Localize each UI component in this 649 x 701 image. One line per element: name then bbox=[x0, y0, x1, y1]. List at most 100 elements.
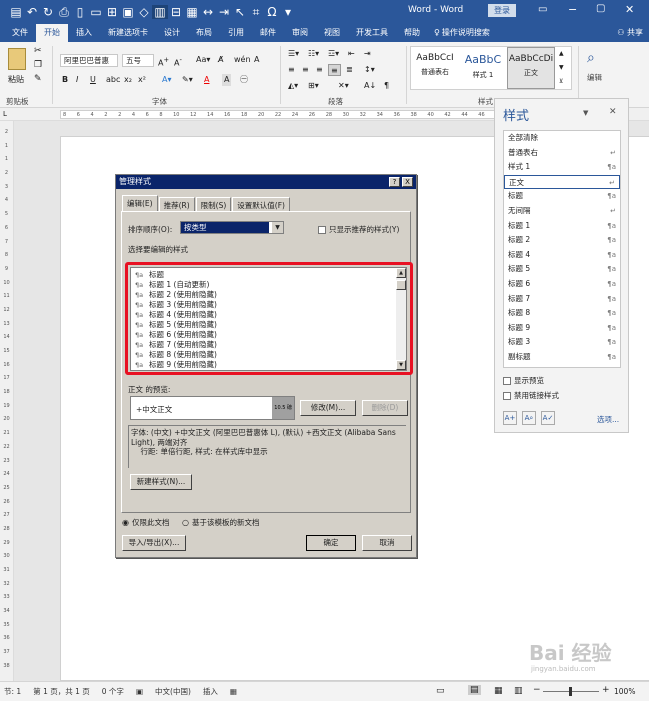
show-marks-icon[interactable]: ¶ bbox=[382, 80, 391, 92]
columns-icon[interactable]: ▦ bbox=[184, 5, 200, 19]
increase-indent-icon[interactable]: ⇥ bbox=[362, 48, 373, 60]
style-list-item[interactable]: ¶a 标题 3 (使用前隐藏) bbox=[135, 300, 402, 310]
zoom-out-icon[interactable]: − bbox=[533, 685, 541, 695]
scroll-down-icon[interactable]: ▼ bbox=[396, 360, 406, 370]
cancel-button[interactable]: 取消 bbox=[362, 535, 412, 551]
cut-icon[interactable]: ✂ bbox=[34, 46, 42, 56]
shading-icon[interactable]: ◭▾ bbox=[286, 80, 300, 92]
maximize-icon[interactable]: ▢ bbox=[596, 3, 605, 14]
style-list-item[interactable]: ¶a 标题 9 (使用前隐藏) bbox=[135, 360, 402, 370]
chart-icon[interactable]: ▥ bbox=[152, 5, 168, 19]
word-count[interactable]: 0 个字 bbox=[102, 686, 124, 697]
print-preview-icon[interactable]: ⎙ bbox=[56, 5, 72, 20]
help-button[interactable]: ? bbox=[389, 177, 400, 187]
spacing-icon[interactable]: ↔ bbox=[200, 5, 216, 19]
phonetic-icon[interactable]: wén bbox=[232, 54, 253, 66]
customize-icon[interactable]: ▾ bbox=[280, 5, 296, 19]
style-list-item[interactable]: ¶a 标题 5 (使用前隐藏) bbox=[135, 320, 402, 330]
pane-style-item[interactable]: 副标题 ¶a bbox=[504, 350, 620, 365]
gallery-up-icon[interactable]: ▲ bbox=[557, 48, 566, 60]
table-icon[interactable]: ⊞ bbox=[104, 5, 120, 19]
tab-6[interactable]: 引用 bbox=[220, 24, 252, 42]
align-left-icon[interactable]: ≡ bbox=[286, 64, 297, 76]
focus-icon[interactable]: ▭ bbox=[436, 686, 445, 696]
format-painter-icon[interactable]: ✎ bbox=[34, 74, 42, 84]
dialog-tab-1[interactable]: 推荐(R) bbox=[158, 197, 195, 211]
read-mode-icon[interactable]: ▤ bbox=[468, 685, 481, 695]
select-icon[interactable]: ↖ bbox=[232, 5, 248, 19]
new-style-button[interactable]: 新建样式(N)... bbox=[130, 474, 192, 490]
pane-style-item[interactable]: 标题 6 ¶a bbox=[504, 277, 620, 292]
italic-icon[interactable]: I bbox=[74, 74, 80, 86]
strikethrough-icon[interactable]: abc bbox=[104, 74, 122, 86]
shrink-font-icon[interactable]: A- bbox=[172, 54, 184, 68]
multilevel-icon[interactable]: ☲▾ bbox=[326, 48, 341, 60]
tab-7[interactable]: 邮件 bbox=[252, 24, 284, 42]
style-gallery-item[interactable]: AaBbCcI 普通表右 bbox=[411, 47, 459, 89]
arrow-icon[interactable]: ⇥ bbox=[216, 5, 232, 19]
style-gallery-item[interactable]: AaBbCcDi 正文 bbox=[507, 47, 555, 89]
image-icon[interactable]: ▣ bbox=[120, 5, 136, 19]
dialog-tab-3[interactable]: 设置默认值(F) bbox=[232, 197, 290, 211]
zoom-in-icon[interactable]: + bbox=[602, 685, 610, 695]
checkbox-icon[interactable] bbox=[503, 376, 511, 385]
justify-icon[interactable]: ≡ bbox=[328, 64, 341, 76]
pane-options-icon[interactable]: ▼ bbox=[583, 109, 588, 117]
format-icon[interactable]: ⌗ bbox=[248, 5, 264, 20]
sort-select[interactable]: 按类型 ▼ bbox=[180, 221, 284, 234]
pane-style-item[interactable]: 正文 ↵ bbox=[504, 174, 620, 190]
pane-style-item[interactable]: 无间隔 ↵ bbox=[504, 204, 620, 219]
borders-icon[interactable]: ⊞▾ bbox=[306, 80, 321, 92]
zoom-slider[interactable] bbox=[543, 687, 599, 696]
style-list-item[interactable]: ¶a 标题 1 (自动更新) bbox=[135, 280, 402, 290]
pane-style-item[interactable]: 标题 8 ¶a bbox=[504, 306, 620, 321]
align-right-icon[interactable]: ≡ bbox=[314, 64, 325, 76]
style-list-item[interactable]: ¶a 标题 8 (使用前隐藏) bbox=[135, 350, 402, 360]
distributed-icon[interactable]: ≣ bbox=[344, 64, 355, 76]
style-list-item[interactable]: ¶a 标题 7 (使用前隐藏) bbox=[135, 340, 402, 350]
char-shading-icon[interactable]: A bbox=[222, 74, 232, 86]
redo-icon[interactable]: ↻ bbox=[40, 5, 56, 19]
change-case-icon[interactable]: Aa▾ bbox=[194, 54, 212, 66]
chinese-layout-icon[interactable]: ✕▾ bbox=[336, 80, 351, 92]
manage-styles-icon[interactable]: A✓ bbox=[541, 411, 555, 425]
delete-button[interactable]: 删除(D) bbox=[362, 400, 408, 416]
radio-template[interactable]: ○ 基于该模板的新文档 bbox=[182, 517, 259, 528]
style-list-item[interactable]: ¶a 标题 4 (使用前隐藏) bbox=[135, 310, 402, 320]
show-preview-checkbox[interactable]: 显示预览 bbox=[503, 375, 544, 386]
disable-linked-checkbox[interactable]: 禁用链接样式 bbox=[503, 390, 559, 401]
radio-selected-icon[interactable]: ◉ bbox=[122, 518, 129, 527]
new-style-icon[interactable]: A+ bbox=[503, 411, 517, 425]
bullets-icon[interactable]: ☰▾ bbox=[286, 48, 301, 60]
style-list-item[interactable]: ¶a 标题 bbox=[135, 270, 402, 280]
style-list-item[interactable]: ¶a 标题 6 (使用前隐藏) bbox=[135, 330, 402, 340]
pane-style-item[interactable]: 标题 3 ¶a bbox=[504, 335, 620, 350]
editing-label[interactable]: 编辑 bbox=[587, 72, 602, 83]
web-layout-icon[interactable]: ▥ bbox=[514, 686, 523, 696]
share-button[interactable]: ⚇ 共享 bbox=[609, 24, 649, 42]
pane-style-item[interactable]: 标题 2 ¶a bbox=[504, 233, 620, 248]
ribbon-display-icon[interactable]: ▭ bbox=[538, 4, 547, 15]
tell-me-search[interactable]: 操作说明搜索 bbox=[442, 24, 498, 42]
search-icon[interactable]: ⌕ bbox=[587, 50, 595, 66]
pane-style-item[interactable]: 标题 5 ¶a bbox=[504, 262, 620, 277]
close-icon[interactable]: ✕ bbox=[625, 3, 634, 16]
tab-2[interactable]: 插入 bbox=[68, 24, 100, 42]
shapes-icon[interactable]: ◇ bbox=[136, 5, 152, 19]
font-color-icon[interactable]: A bbox=[202, 74, 211, 86]
gallery-down-icon[interactable]: ▼ bbox=[557, 62, 566, 74]
section-indicator[interactable]: 节: 1 bbox=[4, 686, 21, 697]
style-gallery-item[interactable]: AaBbC 样式 1 bbox=[459, 47, 507, 89]
dialog-close-button[interactable]: X bbox=[402, 177, 413, 187]
style-list[interactable]: ¶a 标题 ¶a 标题 1 (自动更新) ¶a 标题 2 (使用前隐藏) ¶a 标题 3 (使… bbox=[130, 267, 407, 371]
tab-9[interactable]: 视图 bbox=[316, 24, 348, 42]
styles-list[interactable]: 全部清除 普通表右 ↵ 样式 1 ¶a 正文 ↵ 标题 ¶a 无间隔 ↵ 标题 1 ¶a 标题 2 ¶a 标题… bbox=[503, 130, 621, 368]
text-effects-icon[interactable]: A▾ bbox=[160, 74, 174, 86]
only-recommended-checkbox[interactable]: 只显示推荐的样式(Y) bbox=[318, 224, 399, 235]
macro-icon[interactable]: ▦ bbox=[230, 687, 237, 696]
new-doc-icon[interactable]: ▯ bbox=[72, 5, 88, 19]
dialog-tab-0[interactable]: 编辑(E) bbox=[122, 195, 158, 211]
language[interactable]: 中文(中国) bbox=[155, 686, 191, 697]
subscript-icon[interactable]: x₂ bbox=[122, 74, 134, 86]
modify-button[interactable]: 修改(M)... bbox=[300, 400, 356, 416]
